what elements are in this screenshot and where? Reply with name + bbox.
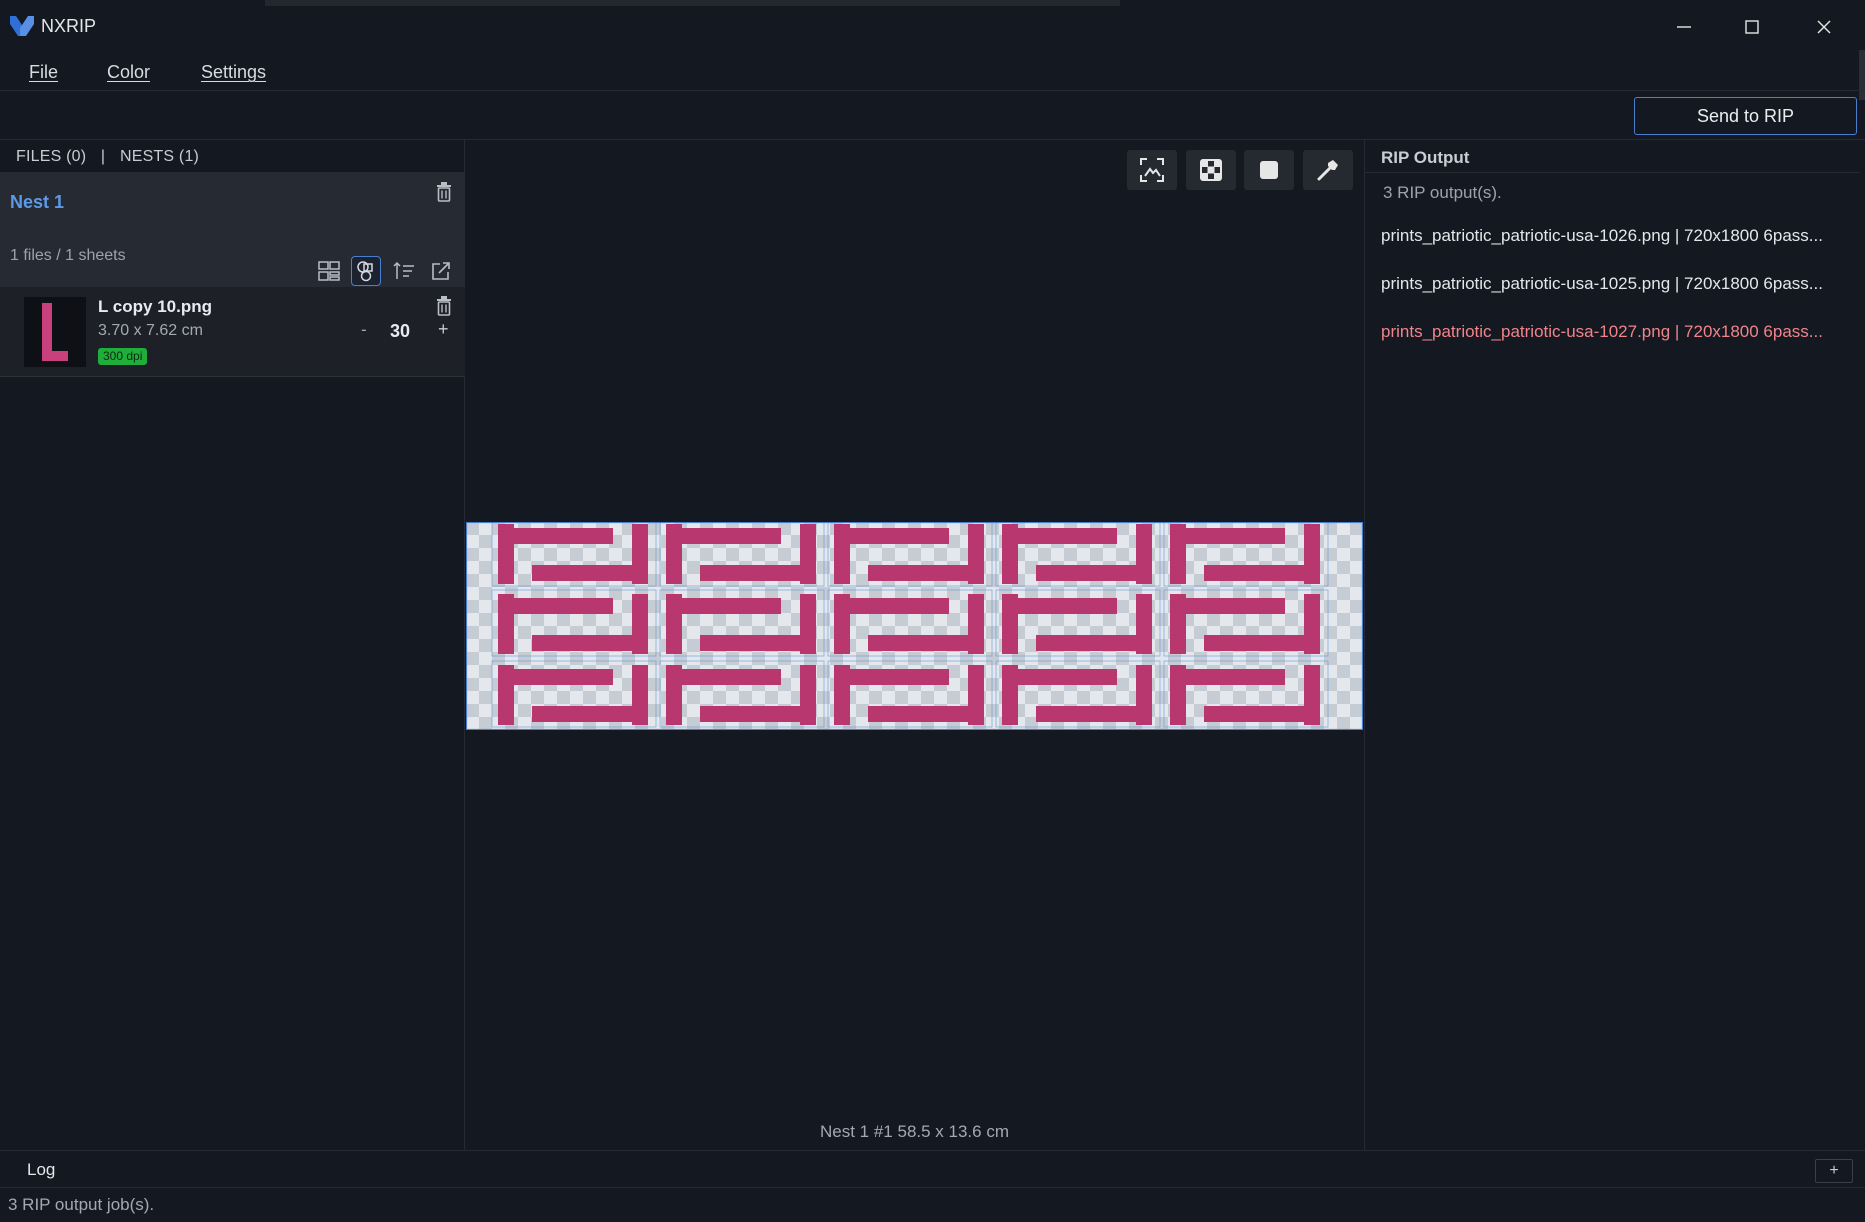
dpi-badge: 300 dpi	[98, 348, 148, 365]
log-bar: Log +	[0, 1150, 1865, 1188]
print-piece	[834, 598, 949, 614]
print-piece	[868, 706, 984, 722]
fit-view-button[interactable]	[1127, 150, 1177, 190]
print-piece	[498, 669, 613, 685]
print-piece	[666, 669, 781, 685]
toolbar: Send to RIP	[0, 92, 1865, 140]
print-piece	[1002, 528, 1117, 544]
title-bar-accent	[265, 0, 1120, 6]
log-expand-button[interactable]: +	[1815, 1159, 1853, 1183]
nest-card[interactable]: Nest 1 1 files / 1 sheets	[0, 172, 465, 287]
print-piece	[666, 528, 781, 544]
app-title: NXRIP	[41, 16, 97, 36]
nest-caption: Nest 1 #1 58.5 x 13.6 cm	[820, 1122, 1009, 1141]
log-label[interactable]: Log	[27, 1160, 55, 1180]
print-piece	[834, 669, 949, 685]
print-piece	[1002, 669, 1117, 685]
rip-output-item[interactable]: prints_patriotic_patriotic-usa-1025.png …	[1381, 274, 1851, 294]
nest-meta: 1 files / 1 sheets	[10, 247, 126, 264]
print-piece	[532, 565, 648, 581]
print-piece	[1204, 565, 1320, 581]
minimize-icon	[1677, 26, 1691, 28]
hammer-icon	[1317, 160, 1338, 181]
app-logo-icon	[10, 16, 34, 36]
file-thumbnail	[24, 297, 86, 367]
nest-title[interactable]: Nest 1	[10, 192, 64, 213]
nest-canvas[interactable]: Nest 1 #1 58.5 x 13.6 cm	[466, 140, 1363, 1150]
tools-button[interactable]	[1303, 150, 1353, 190]
print-piece	[700, 565, 816, 581]
rip-output-panel: RIP Output 3 RIP output(s). prints_patri…	[1364, 140, 1865, 1150]
background-toggle-button[interactable]	[1244, 150, 1294, 190]
print-piece	[1204, 706, 1320, 722]
left-panel: FILES (0) | NESTS (1) Nest 1 1 files / 1…	[0, 140, 465, 1150]
square-icon	[1260, 161, 1278, 179]
close-button[interactable]	[1806, 13, 1842, 41]
maximize-button[interactable]	[1734, 13, 1770, 41]
shapes-icon	[357, 261, 373, 282]
sort-icon	[393, 261, 414, 279]
tab-files[interactable]: FILES (0)	[16, 148, 86, 165]
nest-sheet-preview[interactable]	[466, 522, 1363, 730]
print-piece	[1170, 598, 1285, 614]
files-nests-tabs: FILES (0) | NESTS (1)	[16, 148, 209, 166]
print-piece	[1170, 669, 1285, 685]
send-to-rip-button[interactable]: Send to RIP	[1634, 97, 1857, 135]
print-piece	[1002, 598, 1117, 614]
quantity-decrement-button[interactable]: -	[361, 320, 367, 340]
print-piece	[498, 598, 613, 614]
print-piece	[1036, 635, 1152, 651]
sheet-background	[466, 522, 1363, 730]
print-piece	[868, 565, 984, 581]
print-piece	[666, 598, 781, 614]
delete-nest-icon[interactable]	[435, 182, 453, 202]
delete-file-icon[interactable]	[435, 296, 453, 316]
menu-file[interactable]: File	[29, 62, 58, 83]
checkerboard-icon	[1200, 159, 1222, 181]
rip-output-header: RIP Output	[1381, 148, 1470, 167]
rip-output-item[interactable]: prints_patriotic_patriotic-usa-1026.png …	[1381, 226, 1851, 246]
menu-bar: File Color Settings	[0, 54, 1865, 91]
print-piece	[700, 706, 816, 722]
menu-settings[interactable]: Settings	[201, 62, 266, 83]
minimize-button[interactable]	[1666, 13, 1702, 41]
print-piece	[532, 706, 648, 722]
fit-image-icon	[1140, 158, 1164, 182]
rip-output-item-error[interactable]: prints_patriotic_patriotic-usa-1027.png …	[1381, 322, 1851, 342]
shapes-nest-button[interactable]	[351, 256, 381, 286]
grid-layout-icon	[318, 261, 340, 281]
title-bar: NXRIP	[0, 0, 1865, 54]
grid-layout-button[interactable]	[314, 256, 344, 286]
quantity-increment-button[interactable]: +	[438, 319, 449, 340]
open-external-icon	[432, 262, 450, 280]
sort-button[interactable]	[389, 256, 419, 286]
file-name: L copy 10.png	[98, 297, 212, 316]
open-external-button[interactable]	[426, 256, 456, 286]
file-thumbnail-image	[42, 303, 68, 361]
maximize-icon	[1745, 20, 1759, 34]
rip-divider	[1365, 172, 1860, 173]
close-icon	[1817, 20, 1831, 34]
print-piece	[1036, 565, 1152, 581]
rip-output-count: 3 RIP output(s).	[1383, 183, 1502, 202]
print-piece	[1036, 706, 1152, 722]
tab-separator: |	[100, 148, 106, 165]
print-piece	[532, 635, 648, 651]
print-piece	[498, 528, 613, 544]
print-piece	[1204, 635, 1320, 651]
print-piece	[1170, 528, 1285, 544]
tab-nests[interactable]: NESTS (1)	[120, 148, 199, 165]
log-last-line: 3 RIP output job(s).	[8, 1195, 155, 1214]
print-piece	[868, 635, 984, 651]
print-piece	[700, 635, 816, 651]
file-dimensions: 3.70 x 7.62 cm	[98, 322, 203, 339]
file-row[interactable]: L copy 10.png 3.70 x 7.62 cm 300 dpi - 3…	[0, 287, 465, 377]
quantity-value[interactable]: 30	[390, 321, 410, 342]
print-piece	[834, 528, 949, 544]
menu-color[interactable]: Color	[107, 62, 150, 83]
transparency-toggle-button[interactable]	[1186, 150, 1236, 190]
